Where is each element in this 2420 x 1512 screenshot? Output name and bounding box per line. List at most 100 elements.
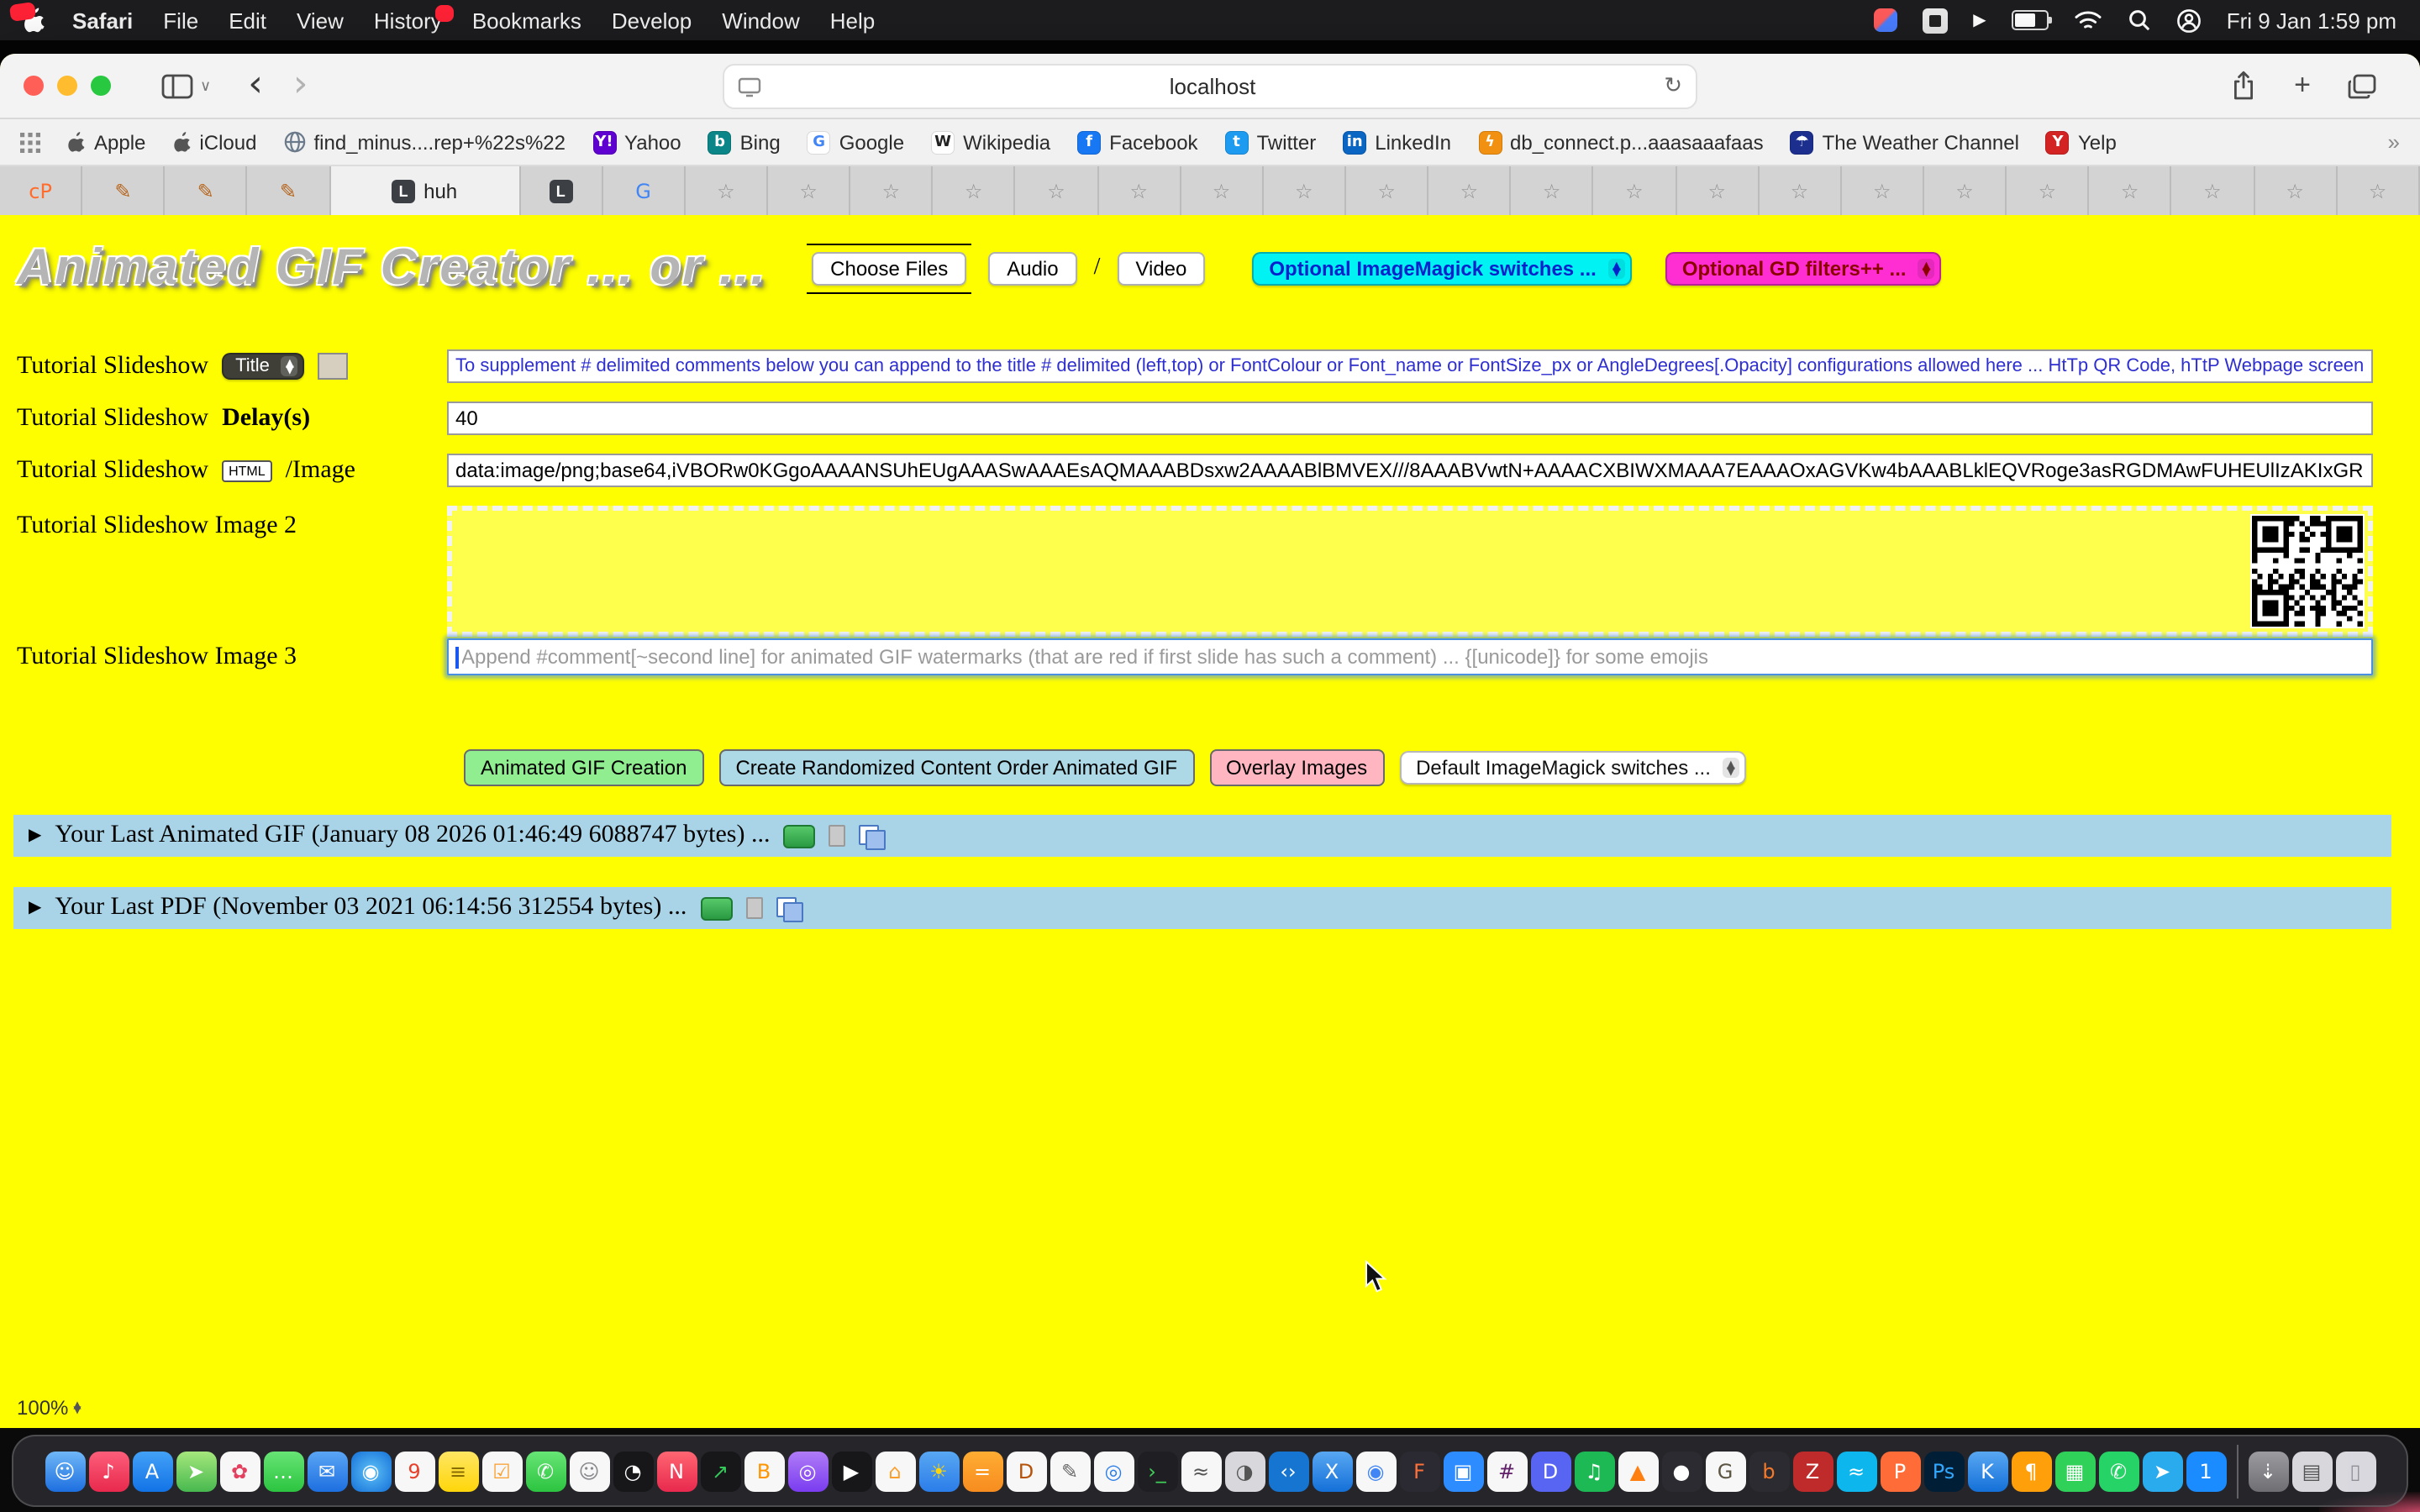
preview-thumbnail-icon[interactable] bbox=[783, 824, 815, 848]
video-button[interactable]: Video bbox=[1117, 252, 1205, 286]
preview-thumbnail-icon[interactable] bbox=[700, 896, 732, 920]
zoom-stepper-icon[interactable]: ▲▼ bbox=[73, 1402, 81, 1413]
menu-bar-clock[interactable]: Fri 9 Jan 1:59 pm bbox=[2227, 8, 2396, 33]
small-file-icon[interactable] bbox=[745, 897, 762, 919]
favorite-item[interactable]: G Google bbox=[808, 130, 904, 154]
dock-calendar[interactable]: 9 bbox=[394, 1451, 434, 1491]
reload-icon[interactable]: ↻ bbox=[1664, 74, 1682, 99]
favorites-grid-icon[interactable] bbox=[20, 132, 40, 152]
dock-appstore[interactable]: A bbox=[132, 1451, 172, 1491]
dock-keynote[interactable]: K bbox=[1967, 1451, 2007, 1491]
tab[interactable]: ☆ bbox=[1346, 166, 1428, 215]
dock-docker[interactable]: ≈ bbox=[1836, 1451, 1876, 1491]
imagemagick-switches-select[interactable]: Optional ImageMagick switches ... ▲▼ bbox=[1252, 252, 1631, 286]
input-source-icon[interactable] bbox=[1923, 8, 1948, 33]
page-settings-icon[interactable] bbox=[738, 76, 761, 97]
favorite-item[interactable]: b Bing bbox=[708, 130, 781, 154]
tab[interactable]: ☆ bbox=[1759, 166, 1841, 215]
favorite-item[interactable]: ϟ db_connect.p...aaasaaafaas bbox=[1478, 130, 1764, 154]
dock-photos[interactable]: ✿ bbox=[219, 1451, 260, 1491]
title-mode-select[interactable]: Title ▲▼ bbox=[222, 353, 305, 380]
action-button[interactable]: Create Randomized Content Order Animated… bbox=[718, 749, 1194, 786]
tab[interactable]: ☆ bbox=[1924, 166, 2007, 215]
dock-podcasts[interactable]: ◎ bbox=[787, 1451, 828, 1491]
title-config-input[interactable] bbox=[447, 349, 2373, 383]
address-bar[interactable]: localhost ↻ bbox=[723, 64, 1697, 109]
battery-icon[interactable] bbox=[2012, 10, 2049, 30]
action-button[interactable]: Animated GIF Creation bbox=[464, 749, 703, 786]
tab[interactable]: ☆ bbox=[1842, 166, 1924, 215]
dock-books[interactable]: B bbox=[744, 1451, 784, 1491]
dock-slack[interactable]: # bbox=[1486, 1451, 1527, 1491]
playback-icon[interactable]: ▶ bbox=[1973, 11, 1986, 29]
gd-filters-select[interactable]: Optional GD filters++ ... ▲▼ bbox=[1665, 252, 1942, 286]
dock-obs[interactable]: ● bbox=[1661, 1451, 1702, 1491]
dock-chrome[interactable]: ◉ bbox=[1355, 1451, 1396, 1491]
dock-firefox[interactable]: F bbox=[1399, 1451, 1439, 1491]
dock-facetime[interactable]: ✆ bbox=[525, 1451, 566, 1491]
result-banner[interactable]: ▶ Your Last PDF (November 03 2021 06:14:… bbox=[13, 887, 2391, 929]
favorite-item[interactable]: Y! Yahoo bbox=[592, 130, 681, 154]
tab[interactable]: ☆ bbox=[1016, 166, 1098, 215]
tab[interactable]: ☆ bbox=[1181, 166, 1263, 215]
dock-blender[interactable]: b bbox=[1749, 1451, 1789, 1491]
dock-vlc[interactable]: ▲ bbox=[1618, 1451, 1658, 1491]
tab[interactable]: cP bbox=[0, 166, 82, 215]
delay-input[interactable] bbox=[447, 402, 2373, 435]
favorite-item[interactable]: f Facebook bbox=[1077, 130, 1197, 154]
dock-music[interactable]: ♪ bbox=[88, 1451, 129, 1491]
screen-badge-icon[interactable] bbox=[1874, 8, 1897, 32]
favorite-item[interactable]: W Wikipedia bbox=[931, 130, 1050, 154]
dock-maps[interactable]: ➤ bbox=[176, 1451, 216, 1491]
tab[interactable]: ☆ bbox=[1676, 166, 1759, 215]
dock-spotify[interactable]: ♫ bbox=[1574, 1451, 1614, 1491]
user-switch-icon[interactable] bbox=[2176, 8, 2202, 33]
tab[interactable]: ☆ bbox=[2254, 166, 2337, 215]
favorite-item[interactable]: t Twitter bbox=[1225, 130, 1317, 154]
audio-button[interactable]: Audio bbox=[988, 252, 1076, 286]
menu-item[interactable]: File bbox=[163, 8, 198, 33]
small-file-icon[interactable] bbox=[829, 825, 845, 847]
dock-discord[interactable]: D bbox=[1530, 1451, 1570, 1491]
share-icon[interactable] bbox=[2230, 71, 2257, 101]
sidebar-toggle-icon[interactable] bbox=[161, 73, 193, 98]
dock-disk-utility[interactable]: ◑ bbox=[1224, 1451, 1265, 1491]
dock-reminders[interactable]: ☑ bbox=[481, 1451, 522, 1491]
disclosure-triangle-icon[interactable]: ▶ bbox=[29, 827, 41, 845]
dock-clock[interactable]: ◔ bbox=[613, 1451, 653, 1491]
dock-zoom[interactable]: ▣ bbox=[1443, 1451, 1483, 1491]
tab[interactable]: ✎ bbox=[166, 166, 248, 215]
colour-well[interactable] bbox=[318, 353, 349, 380]
tab[interactable]: ☆ bbox=[1512, 166, 1594, 215]
dock-pages[interactable]: ¶ bbox=[2011, 1451, 2051, 1491]
sidebar-chevron-icon[interactable]: ∨ bbox=[200, 76, 211, 95]
favorites-overflow-chevron[interactable]: » bbox=[2388, 129, 2400, 155]
dock-external-drive[interactable]: ▤ bbox=[2291, 1451, 2332, 1491]
favorite-item[interactable]: iCloud bbox=[172, 130, 256, 154]
dock-messages[interactable]: … bbox=[263, 1451, 303, 1491]
tab[interactable]: ☆ bbox=[1264, 166, 1346, 215]
dock-weather[interactable]: ☀ bbox=[918, 1451, 959, 1491]
dock-activity-monitor[interactable]: ≈ bbox=[1181, 1451, 1221, 1491]
dock-calculator[interactable]: = bbox=[962, 1451, 1002, 1491]
favorite-item[interactable]: Y Yelp bbox=[2046, 130, 2117, 154]
tab[interactable]: ✎ bbox=[82, 166, 165, 215]
dock-safari[interactable]: ◉ bbox=[350, 1451, 391, 1491]
dock-1password[interactable]: 1 bbox=[2186, 1451, 2226, 1491]
dock-textedit[interactable]: ✎ bbox=[1050, 1451, 1090, 1491]
favorite-item[interactable]: in LinkedIn bbox=[1343, 130, 1451, 154]
wifi-icon[interactable] bbox=[2074, 9, 2102, 31]
tab[interactable]: ☆ bbox=[2089, 166, 2171, 215]
dock-postman[interactable]: P bbox=[1880, 1451, 1920, 1491]
html-badge[interactable]: HTML bbox=[222, 459, 272, 481]
favorite-item[interactable]: ☂ The Weather Channel bbox=[1791, 130, 2019, 154]
tab[interactable]: ☆ bbox=[1098, 166, 1181, 215]
dock-telegram[interactable]: ➤ bbox=[2142, 1451, 2182, 1491]
dock-xcode[interactable]: X bbox=[1312, 1451, 1352, 1491]
dock-contacts[interactable]: ☺ bbox=[569, 1451, 609, 1491]
menu-item[interactable]: Safari bbox=[72, 8, 133, 33]
dock-gimp[interactable]: G bbox=[1705, 1451, 1745, 1491]
dock-home[interactable]: ⌂ bbox=[875, 1451, 915, 1491]
tab[interactable]: ✎ bbox=[248, 166, 330, 215]
menu-item[interactable]: Develop bbox=[612, 8, 692, 33]
